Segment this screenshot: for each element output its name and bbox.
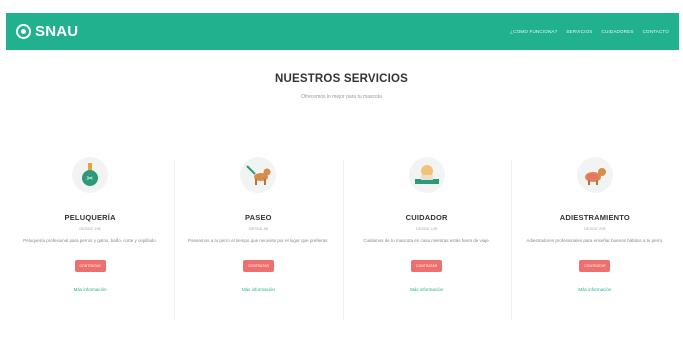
card-price: DESDE 20€ (584, 226, 606, 231)
training-icon (576, 157, 613, 193)
main-nav: ¿COMO FUNCIONA? SERVICIOS CUIDADORES CON… (510, 29, 669, 34)
caretaker-icon (408, 157, 445, 193)
card-price: DESDE 12€ (415, 226, 438, 231)
brand-name: SNAU (35, 23, 79, 40)
hire-button[interactable]: CONTRATAR (242, 260, 274, 272)
card-description: Peluquería profesional para perros y gat… (23, 238, 158, 243)
card-title: PELUQUERÍA (64, 213, 116, 222)
brand-logo[interactable]: SNAU (16, 23, 78, 40)
service-card-walk: PASEO DESDE 8€ Paseamos a tu perro el ti… (174, 140, 342, 330)
top-navbar: SNAU ¿COMO FUNCIONA? SERVICIOS CUIDADORE… (6, 13, 679, 50)
service-card-training: ADIESTRAMIENTO DESDE 20€ Adiestradores p… (510, 140, 679, 330)
svg-text:✂: ✂ (87, 174, 94, 183)
card-title: CUIDADOR (405, 213, 448, 222)
card-price: DESDE 8€ (248, 226, 269, 231)
grooming-icon: ✂ (72, 157, 109, 193)
more-info-link[interactable]: Más información (242, 287, 275, 292)
service-card-grooming: ✂ PELUQUERÍA DESDE 15€ Peluquería profes… (6, 140, 174, 330)
section-title: NUESTROS SERVICIOS (274, 73, 409, 85)
nav-item-caretakers[interactable]: CUIDADORES (602, 29, 634, 34)
hire-button[interactable]: CONTRATAR (411, 260, 443, 272)
more-info-link[interactable]: Más información (74, 287, 107, 292)
section-subtitle: Ofrecemos lo mejor para tu mascota (301, 94, 382, 100)
card-description: Cuidamos de tu mascota en casa mientras … (363, 238, 491, 243)
service-card-caretaker: CUIDADOR DESDE 12€ Cuidamos de tu mascot… (342, 140, 511, 330)
nav-item-how-it-works[interactable]: ¿COMO FUNCIONA? (510, 29, 557, 34)
card-description: Paseamos a tu perro el tiempo que necesi… (188, 238, 329, 243)
nav-item-services[interactable]: SERVICIOS (566, 29, 592, 34)
card-price: DESDE 15€ (79, 226, 101, 231)
more-info-link[interactable]: Más información (410, 287, 443, 292)
card-description: Adiestradores profesionales para enseñar… (526, 238, 664, 243)
paw-icon (16, 24, 31, 39)
nav-item-contact[interactable]: CONTACTO (643, 29, 669, 34)
services-grid: ✂ PELUQUERÍA DESDE 15€ Peluquería profes… (6, 140, 679, 330)
dog-walk-icon (240, 157, 277, 193)
hire-button[interactable]: CONTRATAR (579, 260, 611, 272)
card-title: PASEO (245, 213, 272, 222)
card-title: ADIESTRAMIENTO (559, 213, 630, 222)
more-info-link[interactable]: Más información (578, 287, 611, 292)
hire-button[interactable]: CONTRATAR (74, 260, 106, 272)
